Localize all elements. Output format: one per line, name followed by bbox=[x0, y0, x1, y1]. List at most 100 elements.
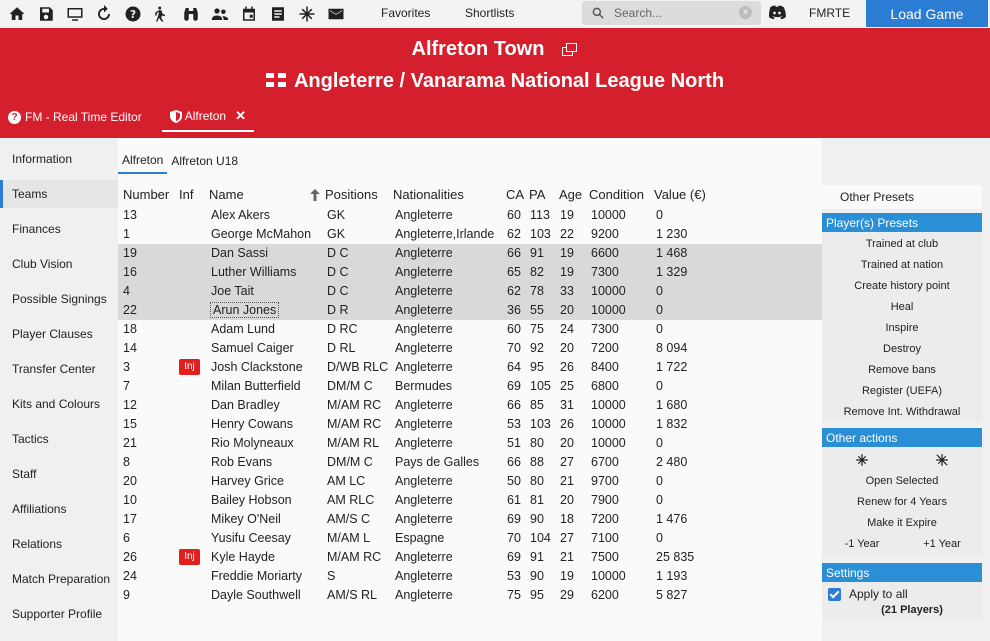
table-row[interactable]: 24 Freddie Moriarty S Angleterre 53 90 19 10000… bbox=[118, 567, 822, 586]
search-input[interactable] bbox=[614, 6, 734, 20]
cell-nat: Angleterre bbox=[395, 265, 453, 279]
table-row[interactable]: 19 Dan Sassi D C Angleterre 66 91 19 6600 1 468 bbox=[118, 244, 822, 263]
expire-contract-button[interactable]: Make it Expire bbox=[822, 512, 982, 533]
binoculars-icon[interactable] bbox=[180, 3, 202, 25]
sidebar-item-finances[interactable]: Finances bbox=[0, 215, 118, 243]
header-value[interactable]: Value (€) bbox=[654, 187, 706, 202]
preset-heal[interactable]: Heal bbox=[822, 296, 982, 317]
header-positions[interactable]: Positions bbox=[325, 187, 378, 202]
monitor-icon[interactable] bbox=[64, 3, 86, 25]
mail-icon[interactable] bbox=[325, 3, 347, 25]
shortlists-menu[interactable]: Shortlists bbox=[465, 6, 514, 20]
save-icon[interactable] bbox=[35, 3, 57, 25]
header-ca[interactable]: CA bbox=[506, 187, 524, 202]
cell-text: 70 bbox=[507, 341, 521, 355]
preset-register-uefa[interactable]: Register (UEFA) bbox=[822, 380, 982, 401]
preset-remove-int-withdrawal[interactable]: Remove Int. Withdrawal bbox=[822, 401, 982, 422]
table-row[interactable]: 21 Rio Molyneaux M/AM RL Angleterre 51 80 20 10… bbox=[118, 434, 822, 453]
table-row[interactable]: 16 Luther Williams D C Angleterre 65 82 19 7300… bbox=[118, 263, 822, 282]
table-row[interactable]: 20 Harvey Grice AM LC Angleterre 50 80 21 9700 0 bbox=[118, 472, 822, 491]
cell-text: 10 bbox=[123, 493, 137, 507]
table-row[interactable]: 3 Josh Clackstone D/WB RLC Angleterre 64 95 26… bbox=[118, 358, 822, 377]
tab-real-time-editor[interactable]: ? FM - Real Time Editor bbox=[0, 102, 150, 132]
sidebar-item-staff[interactable]: Staff bbox=[0, 460, 118, 488]
preset-inspire[interactable]: Inspire bbox=[822, 317, 982, 338]
close-tab-icon[interactable]: ✕ bbox=[235, 108, 246, 124]
cell-number: 13 bbox=[123, 208, 137, 222]
help-icon[interactable]: ? bbox=[122, 3, 144, 25]
table-row[interactable]: 14 Samuel Caiger D RL Angleterre 70 92 20 7200 8… bbox=[118, 339, 822, 358]
open-selected-button[interactable]: Open Selected bbox=[822, 470, 982, 491]
table-row[interactable]: 26 Kyle Hayde M/AM RC Angleterre 69 91 21 7500 2… bbox=[118, 548, 822, 567]
table-row[interactable]: 12 Dan Bradley M/AM RC Angleterre 66 85 31 1000… bbox=[118, 396, 822, 415]
sidebar-item-teams[interactable]: Teams bbox=[0, 180, 118, 208]
table-row[interactable]: 1 George McMahon GK Angleterre,Irlande 62 103… bbox=[118, 225, 822, 244]
snowflake-icon[interactable] bbox=[296, 3, 318, 25]
people-icon[interactable] bbox=[209, 3, 231, 25]
refresh-icon[interactable] bbox=[93, 3, 115, 25]
other-presets-button[interactable]: Other Presets bbox=[822, 185, 982, 209]
sidebar-item-kits-and-colours[interactable]: Kits and Colours bbox=[0, 390, 118, 418]
unfreeze-button[interactable] bbox=[902, 449, 982, 470]
table-row[interactable]: 18 Adam Lund D RC Angleterre 60 75 24 7300 0 bbox=[118, 320, 822, 339]
table-row[interactable]: 8 Rob Evans DM/M C Pays de Galles 66 88 27 6700… bbox=[118, 453, 822, 472]
load-game-button[interactable]: Load Game bbox=[866, 0, 988, 27]
cell-text: Angleterre bbox=[395, 550, 453, 564]
table-row[interactable]: 13 Alex Akers GK Angleterre 60 113 19 10000 0 bbox=[118, 206, 822, 225]
cell-name: Kyle Hayde bbox=[211, 550, 275, 564]
subtab-alfreton-u18[interactable]: Alfreton U18 bbox=[167, 148, 242, 174]
sidebar-item-transfer-center[interactable]: Transfer Center bbox=[0, 355, 118, 383]
cell-ca: 53 bbox=[507, 569, 521, 583]
note-icon[interactable] bbox=[267, 3, 289, 25]
preset-trained-at-club[interactable]: Trained at club bbox=[822, 233, 982, 254]
copy-icon[interactable] bbox=[562, 42, 578, 57]
table-row[interactable]: 22 Arun Jones D R Angleterre 36 55 20 10000 0 bbox=[118, 301, 822, 320]
fmrte-menu[interactable]: FMRTE bbox=[809, 6, 850, 20]
cell-pa: 92 bbox=[530, 341, 544, 355]
freeze-button[interactable] bbox=[822, 449, 902, 470]
sidebar-item-club-vision[interactable]: Club Vision bbox=[0, 250, 118, 278]
table-row[interactable]: 10 Bailey Hobson AM RLC Angleterre 61 81 20 790… bbox=[118, 491, 822, 510]
table-row[interactable]: 7 Milan Butterfield DM/M C Bermudes 69 105 25 6… bbox=[118, 377, 822, 396]
sidebar-item-possible-signings[interactable]: Possible Signings bbox=[0, 285, 118, 313]
sidebar-item-relations[interactable]: Relations bbox=[0, 530, 118, 558]
sidebar-item-supporter-profile[interactable]: Supporter Profile bbox=[0, 600, 118, 628]
preset-create-history-point[interactable]: Create history point bbox=[822, 275, 982, 296]
header-number[interactable]: Number bbox=[123, 187, 169, 202]
header-pa[interactable]: PA bbox=[529, 187, 545, 202]
favorites-menu[interactable]: Favorites bbox=[381, 6, 430, 20]
clear-search-icon[interactable]: × bbox=[739, 6, 752, 19]
cell-value: 0 bbox=[656, 284, 663, 298]
table-row[interactable]: 4 Joe Tait D C Angleterre 62 78 33 10000 0 bbox=[118, 282, 822, 301]
header-nationalities[interactable]: Nationalities bbox=[393, 187, 464, 202]
header-age[interactable]: Age bbox=[559, 187, 582, 202]
minus-year-button[interactable]: -1 Year bbox=[822, 533, 902, 554]
header-inf[interactable]: Inf bbox=[179, 187, 193, 202]
preset-trained-at-nation[interactable]: Trained at nation bbox=[822, 254, 982, 275]
sidebar-item-player-clauses[interactable]: Player Clauses bbox=[0, 320, 118, 348]
header-condition[interactable]: Condition bbox=[589, 187, 644, 202]
subtab-alfreton[interactable]: Alfreton bbox=[118, 148, 168, 174]
renew-contract-button[interactable]: Renew for 4 Years bbox=[822, 491, 982, 512]
tab-alfreton[interactable]: Alfreton ✕ bbox=[161, 102, 254, 132]
sidebar-item-information[interactable]: Information bbox=[0, 145, 118, 173]
home-icon[interactable] bbox=[6, 3, 28, 25]
cell-name: Rob Evans bbox=[211, 455, 272, 469]
header-name[interactable]: Name bbox=[209, 187, 244, 202]
apply-to-all-checkbox[interactable]: Apply to all bbox=[822, 584, 982, 604]
table-row[interactable]: 6 Yusifu Ceesay M/AM L Espagne 70 104 27 7100 0 bbox=[118, 529, 822, 548]
plus-year-button[interactable]: +1 Year bbox=[902, 533, 982, 554]
sidebar-item-affiliations[interactable]: Affiliations bbox=[0, 495, 118, 523]
sidebar-item-tactics[interactable]: Tactics bbox=[0, 425, 118, 453]
table-row[interactable]: 9 Dayle Southwell AM/S RL Angleterre 75 95 29 6… bbox=[118, 586, 822, 605]
table-row[interactable]: 17 Mikey O'Neil AM/S C Angleterre 69 90 18 7200… bbox=[118, 510, 822, 529]
preset-destroy[interactable]: Destroy bbox=[822, 338, 982, 359]
walk-icon[interactable] bbox=[151, 3, 173, 25]
cell-value: 1 230 bbox=[656, 227, 687, 241]
calendar-icon[interactable] bbox=[238, 3, 260, 25]
cell-text: Harvey Grice bbox=[211, 474, 284, 488]
sidebar-item-match-preparation[interactable]: Match Preparation bbox=[0, 565, 118, 593]
table-row[interactable]: 15 Henry Cowans M/AM RC Angleterre 53 103 26 10… bbox=[118, 415, 822, 434]
discord-icon[interactable] bbox=[767, 3, 787, 23]
preset-remove-bans[interactable]: Remove bans bbox=[822, 359, 982, 380]
